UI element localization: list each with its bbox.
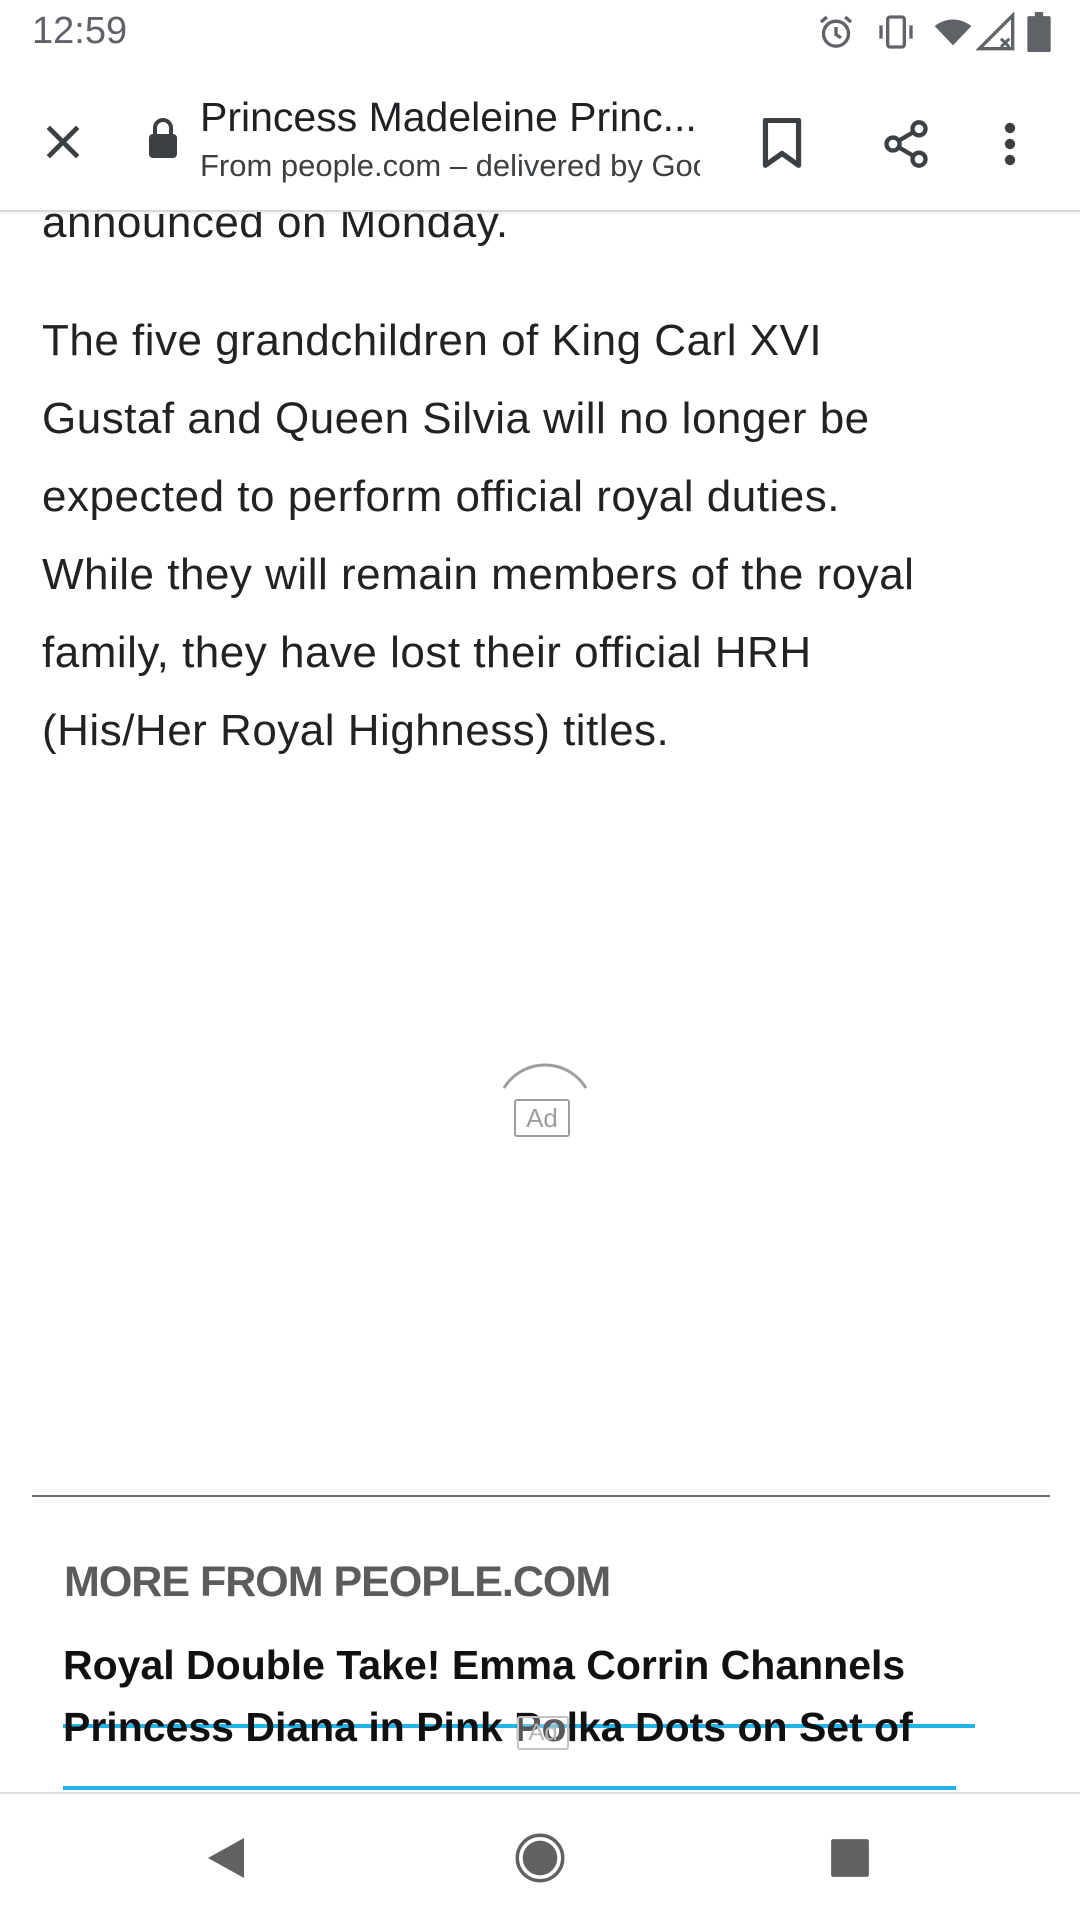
lock-icon[interactable] — [146, 116, 180, 160]
paragraph-line: Gustaf and Queen Silvia will no longer b… — [42, 394, 870, 443]
status-time: 12:59 — [32, 10, 128, 52]
more-vert-icon — [1004, 122, 1016, 166]
wifi-icon — [934, 19, 972, 46]
home-button[interactable] — [492, 1818, 588, 1898]
back-button[interactable] — [178, 1818, 274, 1898]
link-underline — [63, 1786, 956, 1790]
home-icon — [515, 1833, 565, 1883]
paragraph-line: expected to perform official royal dutie… — [42, 472, 840, 521]
article-body: announced on Monday. The five grandchild… — [0, 212, 1080, 1792]
system-nav-bar — [0, 1792, 1080, 1922]
paragraph-line: While they will remain members of the ro… — [42, 550, 915, 599]
battery-icon — [1027, 12, 1051, 52]
ad-badge[interactable]: Ad — [517, 1716, 569, 1750]
close-icon — [46, 125, 80, 159]
share-icon — [884, 120, 928, 168]
article-text-line: announced on Monday. — [42, 212, 509, 247]
paragraph-line: family, they have lost their official HR… — [42, 628, 812, 677]
section-divider — [32, 1495, 1050, 1497]
recents-icon — [831, 1839, 869, 1877]
paragraph-line: (His/Her Royal Highness) titles. — [42, 706, 670, 755]
paragraph-line: The five grandchildren of King Carl XVI — [42, 316, 823, 365]
article-paragraph: The five grandchildren of King Carl XVI … — [42, 302, 1042, 770]
alarm-icon — [819, 15, 853, 48]
share-button[interactable] — [866, 104, 946, 184]
related-article-link[interactable]: Royal Double Take! Emma Corrin Channels — [63, 1642, 905, 1689]
recents-button[interactable] — [802, 1818, 898, 1898]
signal-icon — [976, 12, 1015, 51]
back-icon — [208, 1838, 244, 1878]
bookmark-button[interactable] — [742, 104, 822, 184]
close-button[interactable] — [26, 105, 100, 179]
ad-badge[interactable]: Ad — [514, 1099, 570, 1137]
custom-tab-toolbar: Princess Madeleine Princ... From people.… — [0, 64, 1080, 212]
page-title[interactable]: Princess Madeleine Princ... — [200, 94, 705, 141]
vibrate-icon — [879, 15, 913, 49]
status-bar: 12:59 — [0, 0, 1080, 64]
page-source[interactable]: From people.com – delivered by Goo — [200, 148, 700, 184]
ad-loading-spinner-icon — [502, 1063, 588, 1089]
more-from-heading: MORE FROM PEOPLE.COM — [64, 1558, 611, 1606]
related-article-link[interactable]: Princess Diana in Pink Polka Dots on Set… — [63, 1704, 913, 1751]
more-options-button[interactable] — [982, 104, 1038, 184]
bookmark-icon — [762, 118, 802, 168]
